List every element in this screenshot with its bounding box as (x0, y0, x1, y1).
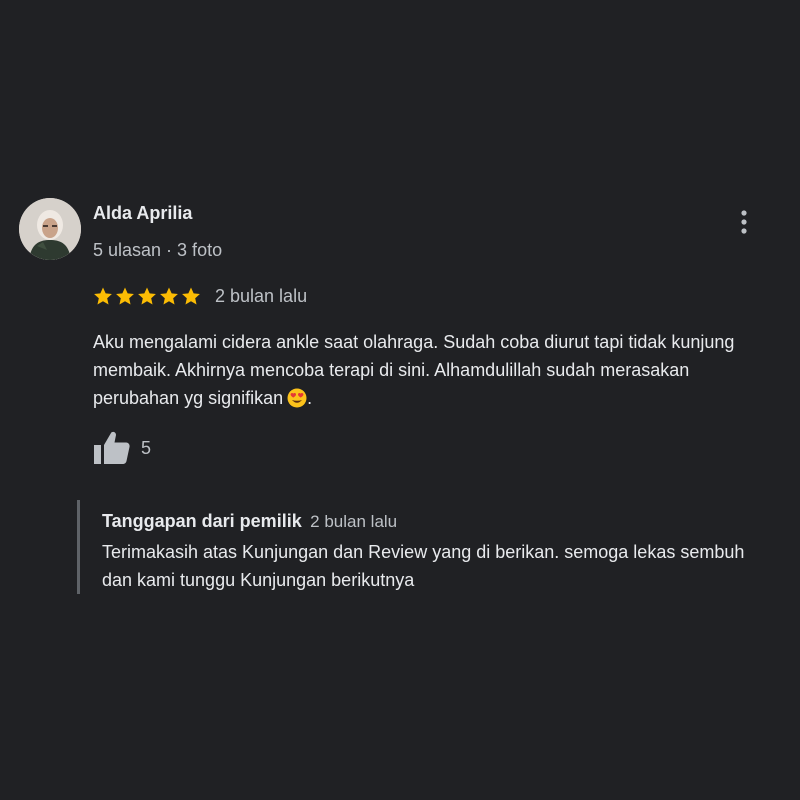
star-icon (138, 287, 156, 305)
more-vert-icon (741, 210, 747, 234)
owner-response: Tanggapan dari pemilik 2 bulan lalu Teri… (77, 500, 770, 594)
review-text-end: . (307, 388, 313, 408)
review-text: Aku mengalami cidera ankle saat olahraga… (93, 328, 773, 412)
like-row: 5 (93, 430, 151, 466)
star-rating (93, 286, 203, 306)
owner-response-text: Terimakasih atas Kunjungan dan Review ya… (102, 542, 745, 590)
star-icon (116, 287, 134, 305)
owner-response-header: Tanggapan dari pemilik 2 bulan lalu (102, 511, 397, 532)
more-options-button[interactable] (730, 206, 758, 238)
avatar[interactable] (19, 198, 81, 260)
review-body: Aku mengalami cidera ankle saat olahraga… (93, 332, 735, 408)
avatar-photo (19, 198, 81, 260)
rating-row: 2 bulan lalu (93, 283, 307, 309)
review-date: 2 bulan lalu (215, 285, 308, 306)
owner-response-date: 2 bulan lalu (310, 512, 398, 531)
reviewer-meta: 5 ulasan · 3 foto (93, 240, 223, 260)
like-button[interactable]: 5 (93, 430, 151, 466)
star-icon (160, 287, 178, 305)
owner-response-title: Tanggapan dari pemilik (102, 511, 302, 531)
heart-eyes-emoji-icon (287, 388, 307, 408)
star-icon (94, 287, 112, 305)
review-card: Alda Aprilia 5 ulasan · 3 foto 2 bulan l… (0, 0, 800, 800)
star-icon (182, 287, 200, 305)
like-count: 5 (141, 437, 152, 458)
thumbs-up-icon (94, 431, 130, 464)
reviewer-name[interactable]: Alda Aprilia (93, 203, 192, 224)
